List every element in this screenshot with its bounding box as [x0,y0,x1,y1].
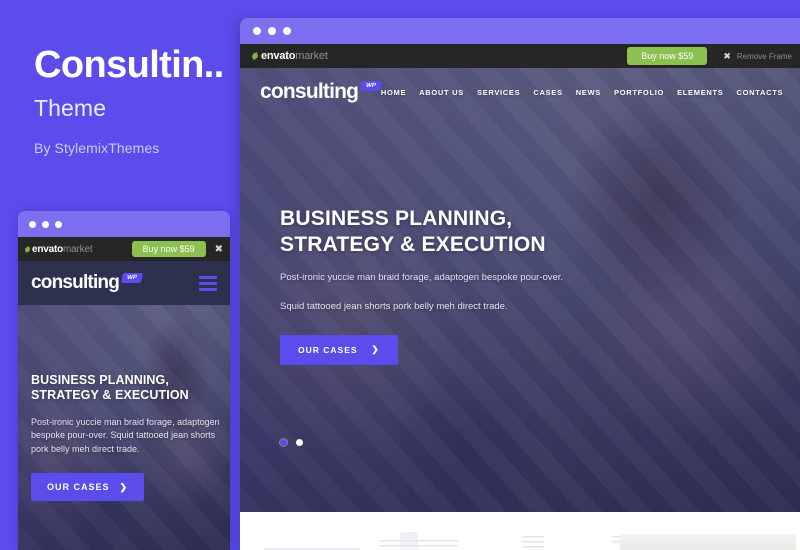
envato-brand-first: envato [32,243,64,255]
mobile-viewport: envato market Buy now $59 ✖ consulting W… [18,237,230,550]
envato-market-logo: envato market [251,50,328,62]
mobile-hero-paragraph: Post-ironic yuccie man braid forage, ada… [31,416,220,455]
envato-market-logo: envato market [24,243,93,255]
hero-paragraph-line1: Post-ironic yuccie man braid forage, ada… [280,272,564,284]
chevron-right-icon: ❯ [119,481,129,492]
theme-author: By StylemixThemes [34,139,160,156]
leaf-icon [24,245,31,253]
hero-heading-line2: STRATEGY & EXECUTION [280,232,546,256]
envato-brand-first: envato [261,50,296,62]
page-title: Consultin.. [34,46,224,86]
desktop-hero-copy: BUSINESS PLANNING, STRATEGY & EXECUTION … [280,206,563,365]
nav-item-services[interactable]: SERVICES [477,88,520,97]
envato-brand-second: market [295,50,328,62]
hero-paragraph-line2: Squid tattooed jean shorts pork belly me… [280,300,508,312]
desktop-viewport: envato market Buy now $59 ✖ Remove Frame… [240,44,800,550]
mobile-site-header: consulting WP [18,261,230,305]
remove-frame-button[interactable]: ✖ Remove Frame [723,51,792,62]
hamburger-icon[interactable] [199,275,217,291]
theme-subtitle: Theme [34,94,107,121]
placeholder-photo [620,534,796,550]
mobile-our-cases-button[interactable]: OUR CASES ❯ [31,473,145,502]
mobile-preview-frame: envato market Buy now $59 ✖ consulting W… [18,211,230,550]
site-logo[interactable]: consulting [31,272,120,294]
mobile-buy-now-button[interactable]: Buy now $59 [131,241,206,257]
mobile-frame-titlebar [18,211,230,237]
window-dot-minimize[interactable] [42,220,49,228]
title-block: Consultin.. Theme By StylemixThemes [34,46,244,156]
placeholder-text-block-2 [380,540,458,550]
chevron-right-icon: ❯ [371,344,380,355]
window-dot-minimize[interactable] [268,27,276,35]
mobile-hero-heading-line1: BUSINESS PLANNING, [31,373,169,387]
close-icon: ✖ [723,50,731,61]
desktop-content-section [240,512,800,550]
desktop-envato-bar: envato market Buy now $59 ✖ Remove Frame [240,44,800,68]
nav-item-elements[interactable]: ELEMENTS [677,88,723,97]
desktop-site-header: consulting WP HOME ABOUT US SERVICES CAS… [240,68,800,116]
close-icon[interactable]: ✖ [215,244,223,255]
wp-badge: WP [360,81,382,91]
placeholder-shape-1 [400,532,418,550]
remove-frame-label: Remove Frame [736,51,792,61]
nav-item-news[interactable]: NEWS [576,88,601,97]
main-navigation: HOME ABOUT US SERVICES CASES NEWS PORTFO… [381,86,800,98]
desktop-preview-frame: envato market Buy now $59 ✖ Remove Frame… [240,18,800,550]
window-dot-maximize[interactable] [283,27,291,35]
nav-item-portfolio[interactable]: PORTFOLIO [614,88,664,97]
nav-item-home[interactable]: HOME [381,88,406,97]
nav-item-contacts[interactable]: CONTACTS [737,88,784,97]
hero-slider-dots [280,439,303,446]
desktop-buy-now-button[interactable]: Buy now $59 [627,47,708,65]
mobile-envato-bar: envato market Buy now $59 ✖ [18,237,230,261]
desktop-frame-titlebar [240,18,800,44]
hero-heading-line1: BUSINESS PLANNING, [280,207,513,230]
screenshot-root: Consultin.. Theme By StylemixThemes enva… [0,0,800,550]
theme-info-panel: Consultin.. Theme By StylemixThemes enva… [0,0,240,550]
window-dot-close[interactable] [29,220,36,228]
mobile-hero-heading-line2: STRATEGY & EXECUTION [31,388,189,403]
mobile-hero-copy: BUSINESS PLANNING, STRATEGY & EXECUTION … [31,373,220,502]
site-logo[interactable]: consulting [260,80,359,104]
leaf-icon [251,52,259,60]
window-dot-maximize[interactable] [55,220,62,228]
window-dot-close[interactable] [253,27,261,35]
slider-dot-1[interactable] [280,439,287,446]
our-cases-label: OUR CASES [298,344,358,355]
placeholder-text-block-3 [522,536,544,548]
nav-item-about-us[interactable]: ABOUT US [419,88,464,97]
slider-dot-2[interactable] [296,439,303,446]
wp-badge: WP [120,273,143,283]
our-cases-button[interactable]: OUR CASES ❯ [280,334,398,365]
nav-item-cases[interactable]: CASES [533,88,562,97]
mobile-our-cases-label: OUR CASES [47,482,110,493]
envato-brand-second: market [63,243,93,255]
desktop-hero-section: consulting WP HOME ABOUT US SERVICES CAS… [240,68,800,512]
mobile-hero-section: BUSINESS PLANNING, STRATEGY & EXECUTION … [18,305,230,550]
